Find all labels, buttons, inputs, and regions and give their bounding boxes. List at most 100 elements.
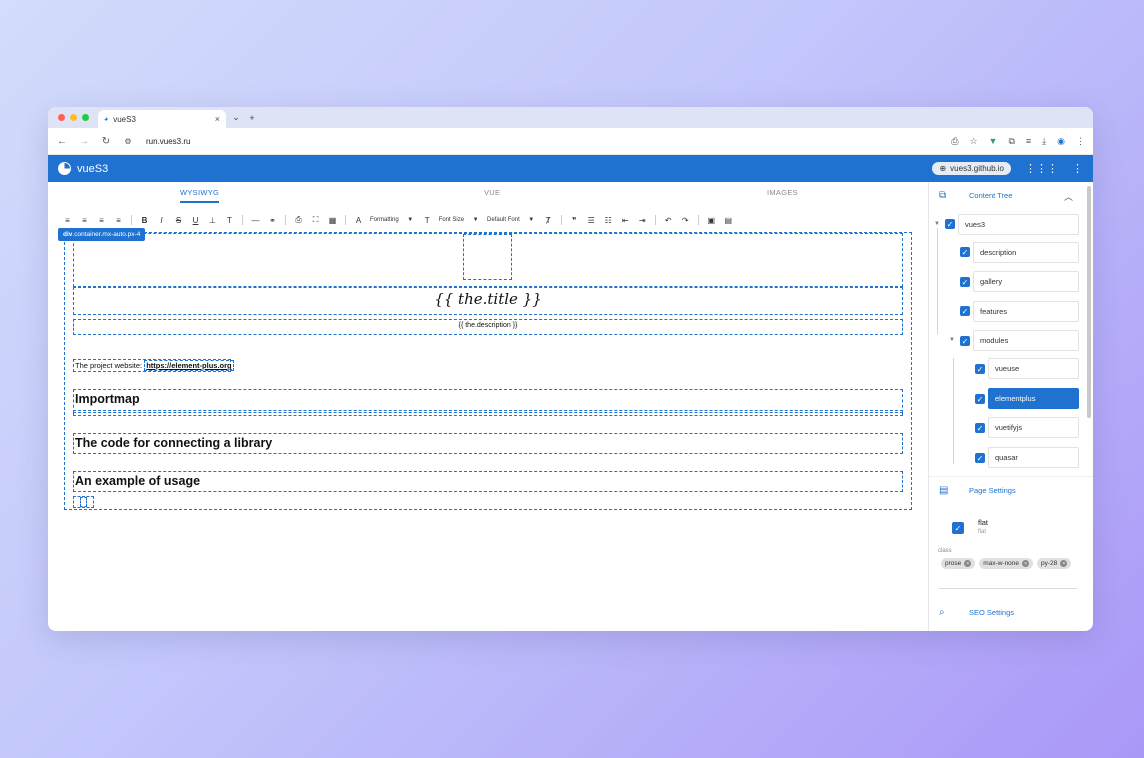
reload-icon[interactable]: ↻ [100,136,112,147]
strikethrough-icon[interactable]: S [173,216,184,225]
checkbox-checked-icon[interactable]: ✓ [960,247,970,257]
checkbox-checked-icon[interactable]: ✓ [975,364,985,374]
checkbox-checked-icon[interactable]: ✓ [960,277,970,287]
site-link-button[interactable]: ⊕ vues3.github.io [932,162,1011,175]
source-code-icon[interactable]: ▤ [723,216,734,225]
page-settings-header[interactable]: ▤ Page Settings [939,485,1016,496]
site-settings-icon[interactable]: ⚙ [122,137,134,146]
redo-icon[interactable]: ↷ [680,216,691,225]
checkbox-checked-icon[interactable]: ✓ [960,336,970,346]
expand-caret-icon[interactable]: ▼ [934,221,940,227]
print-icon[interactable]: ⎙ [293,215,304,225]
new-tab-icon[interactable]: + [245,111,259,124]
media-icon[interactable]: ≡ [1026,136,1031,146]
checkbox-checked-icon[interactable]: ✓ [960,306,970,316]
clear-formatting-icon[interactable]: T [224,216,235,225]
close-window-button[interactable] [58,114,65,121]
more-menu-icon[interactable]: ⋮ [1072,162,1083,175]
side-panel-scrollbar[interactable] [1087,186,1091,418]
forward-icon[interactable]: → [78,136,90,147]
vue-devtools-icon[interactable]: ▼ [989,136,998,146]
profile-icon[interactable]: ◉ [1057,136,1065,147]
bookmark-star-icon[interactable]: ☆ [969,136,977,147]
tree-node-vueuse[interactable]: vueuse [988,358,1079,379]
bold-icon[interactable]: B [139,216,150,225]
checkbox-checked-icon[interactable]: ✓ [975,394,985,404]
browser-menu-icon[interactable]: ⋮ [1076,136,1085,147]
tree-node-vuetifyjs[interactable]: vuetifyjs [988,417,1079,438]
extensions-icon[interactable]: ⧉ [1008,136,1014,147]
tree-node-elementplus[interactable]: elementplus [988,388,1079,409]
tab-search-icon[interactable]: ⌄ [229,111,243,124]
undo-icon[interactable]: ↶ [663,216,674,225]
font-size-icon[interactable]: T [422,216,433,225]
class-tag[interactable]: max-w-none × [979,558,1034,569]
tree-node-gallery[interactable]: gallery [973,271,1079,292]
side-panel: ⧉ Content Tree ︿ ▼ ✓ vues3 ✓ description… [928,182,1093,631]
indent-icon[interactable]: ⇥ [637,216,648,225]
tree-node-modules[interactable]: modules [973,330,1079,351]
class-tag-label: max-w-none [983,560,1020,567]
example-inner-outline[interactable] [80,497,87,507]
align-center-icon[interactable]: ≡ [79,216,90,225]
formatting-dropdown-icon[interactable]: ▼ [405,217,416,223]
tab-vue[interactable]: VUE [484,188,500,197]
quote-icon[interactable]: ❞ [569,216,580,225]
tab-wysiwyg[interactable]: WYSIWYG [180,188,220,203]
checkbox-checked-icon[interactable]: ✓ [945,219,955,229]
font-dropdown-icon[interactable]: ▼ [526,217,537,223]
seo-settings-header[interactable]: ⌕ SEO Settings [939,607,1014,618]
fullscreen-icon[interactable]: ⛶ [310,215,321,225]
remove-tag-icon[interactable]: × [1060,560,1068,567]
italic-icon[interactable]: I [156,216,167,225]
back-icon[interactable]: ← [56,136,68,147]
tree-node-quasar[interactable]: quasar [988,447,1079,468]
code-block-outline[interactable] [73,410,903,416]
url-field[interactable]: run.vues3.ru [146,137,190,146]
toolbar-divider [131,215,132,225]
remove-tag-icon[interactable]: × [964,560,972,567]
font-select[interactable]: Default Font [487,217,520,223]
download-icon[interactable]: ⤓ [1042,136,1046,147]
horizontal-rule-icon[interactable]: — [250,216,261,225]
maximize-window-button[interactable] [82,114,89,121]
browser-tab[interactable]: ◕ vueS3 × [98,110,226,128]
align-justify-icon[interactable]: ≡ [113,216,124,225]
minimize-window-button[interactable] [70,114,77,121]
logo-placeholder-outline[interactable] [463,234,512,280]
tree-icon: ⧉ [939,190,947,201]
tree-node-description[interactable]: description [973,242,1079,263]
outdent-icon[interactable]: ⇤ [620,216,631,225]
subscript-icon[interactable]: ⊥ [207,216,218,225]
chevron-up-icon[interactable]: ︿ [1064,190,1073,203]
tree-node-features[interactable]: features [973,301,1079,322]
align-right-icon[interactable]: ≡ [96,216,107,225]
tab-images[interactable]: IMAGES [767,188,798,197]
checkbox-checked-icon[interactable]: ✓ [975,453,985,463]
install-icon[interactable]: ⎙ [951,136,958,147]
numbered-list-icon[interactable]: ☷ [603,216,614,225]
font-size-select[interactable]: Font Size [439,217,464,223]
align-left-icon[interactable]: ≡ [62,216,73,225]
flat-checkbox[interactable]: ✓ [952,522,964,534]
remove-format-icon[interactable]: Ⱦ [543,216,554,225]
font-size-dropdown-icon[interactable]: ▼ [470,217,481,223]
remove-tag-icon[interactable]: × [1022,560,1030,567]
underline-icon[interactable]: U [190,216,201,225]
checkbox-checked-icon[interactable]: ✓ [975,423,985,433]
element-path-badge: div.container.mx-auto.px-4 [58,228,146,241]
link-icon[interactable]: ⚭ [267,216,278,225]
formatting-select[interactable]: Formatting [370,217,399,223]
class-tag[interactable]: py-28 × [1037,558,1072,569]
tree-node-vues3[interactable]: vues3 [958,214,1079,235]
blocks-icon[interactable]: ▦ [327,216,338,225]
expand-caret-icon[interactable]: ▼ [949,337,955,343]
insert-image-icon[interactable]: ▣ [706,216,717,225]
apps-grid-icon[interactable]: ⋮⋮⋮ [1025,162,1058,175]
class-tag[interactable]: prose × [941,558,976,569]
text-color-icon[interactable]: A [353,216,364,225]
content-tree-header[interactable]: ⧉ Content Tree [939,190,1012,201]
website-link[interactable]: https://element-plus.org [144,360,234,371]
bullet-list-icon[interactable]: ☰ [586,216,597,225]
close-tab-icon[interactable]: × [215,114,220,124]
